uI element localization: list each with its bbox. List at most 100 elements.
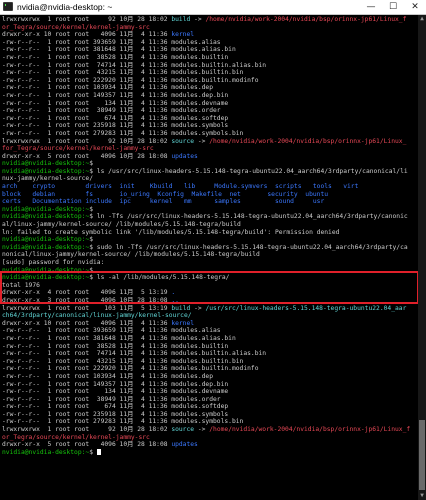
terminal-text-segment: kernel (171, 31, 195, 39)
terminal-text-segment: for_Tegra/source/kernel/kernel-jammy-src (2, 145, 154, 153)
terminal-line: -rw-r--r-- 1 root root 103934 11月 4 11:3… (2, 373, 416, 381)
window-title: nvidia@nvidia-desktop: ~ (17, 2, 113, 12)
terminal-line: -rw-r--r-- 1 root root 38528 11月 4 11:36… (2, 54, 416, 62)
terminal-line: -rw-r--r-- 1 root root 134 11月 4 11:36 m… (2, 388, 416, 396)
terminal-text-segment: /usr/src/linux-headers-5.15.148-tegra-ub… (205, 304, 407, 312)
terminal-text-segment: $ (89, 205, 93, 213)
terminal-line: [sudo] password for nvidia: (2, 259, 416, 267)
terminal-line: nvidia@nvidia-desktop:~$ (2, 448, 416, 457)
terminal-text-segment: -rw-r--r-- 1 root root 235918 11月 4 11:3… (2, 410, 229, 418)
terminal-text-segment: kernel (171, 319, 195, 327)
terminal-line: nvidia@nvidia-desktop:~$ (2, 206, 416, 214)
terminal-text-segment: nonical/linux-jammy/kernel-source/ /lib/… (2, 251, 260, 259)
title-bar[interactable]: nvidia@nvidia-desktop: ~ — ☐ ✕ (0, 0, 426, 15)
maximize-button[interactable]: ☐ (382, 0, 404, 14)
terminal-line: -rw-r--r-- 1 root root 149357 11月 4 11:3… (2, 381, 416, 389)
terminal-text-segment: -rw-r--r-- 1 root root 38949 11月 4 11:36… (2, 107, 221, 115)
terminal-text-segment: lrwxrwxrwx 1 root root 92 10月 28 18:02 (2, 137, 172, 145)
terminal-line: -rw-r--r-- 1 root root 38949 11月 4 11:36… (2, 107, 416, 115)
shell-prompt: nvidia@nvidia-desktop:~ (2, 448, 90, 456)
shell-prompt: nvidia@nvidia-desktop:~ (2, 167, 90, 175)
terminal-text-segment: -rw-r--r-- 1 root root 381648 11月 4 11:3… (2, 46, 236, 54)
terminal-text-segment: $ (89, 236, 93, 244)
terminal-line: -rw-r--r-- 1 root root 134 11月 4 11:36 m… (2, 100, 416, 108)
terminal-line: -rw-r--r-- 1 root root 235918 11月 4 11:3… (2, 122, 416, 130)
terminal-line: -rw-r--r-- 1 root root 381648 11月 4 11:3… (2, 335, 416, 343)
terminal-line: -rw-r--r-- 1 root root 149357 11月 4 11:3… (2, 92, 416, 100)
terminal-line: drwxr-xr-x 10 root root 4096 11月 4 11:36… (2, 31, 416, 39)
terminal-text-segment: $ ls /usr/src/linux-headers-5.15.148-teg… (89, 167, 408, 175)
terminal-text-segment: /home/nvidia/work-2004/nvidia/bsp/orinnx… (205, 16, 407, 23)
terminal-text-segment: -rw-r--r-- 1 root root 103934 11月 4 11:3… (2, 372, 214, 380)
terminal-text-segment: -rw-r--r-- 1 root root 222920 11月 4 11:3… (2, 365, 259, 373)
terminal-text-segment: -rw-r--r-- 1 root root 279283 11月 4 11:3… (2, 418, 244, 426)
terminal-line: -rw-r--r-- 1 root root 43215 11月 4 11:36… (2, 69, 416, 77)
terminal-text-segment: -> (194, 426, 210, 434)
terminal-line: drwxr-xr-x 5 root root 4096 10月 28 18:08… (2, 441, 416, 449)
minimize-button[interactable]: — (360, 0, 382, 14)
terminal-text-segment: /home/nvidia/work-2004/nvidia/bsp/orinnx… (209, 137, 407, 145)
terminal-text-segment: /home/nvidia/work-2004/nvidia/bsp/orinnx… (209, 426, 411, 434)
terminal-text-segment: lrwxrwxrwx 1 root root 92 10月 28 18:02 (2, 426, 172, 434)
terminal-text-segment: drwxr-xr-x 5 root root 4096 10月 28 18:08 (2, 441, 172, 449)
terminal-text-segment: -> (190, 304, 206, 312)
terminal-line: nvidia@nvidia-desktop:~$ (2, 160, 416, 168)
terminal-line: al/linux-jammy/kernel-source/ /lib/modul… (2, 221, 416, 229)
terminal-text-segment: -rw-r--r-- 1 root root 674 11月 4 11:36 m… (2, 114, 229, 122)
close-button[interactable]: ✕ (404, 0, 426, 14)
terminal-line: arch crypto drivers init Kbuild lib Modu… (2, 183, 416, 191)
terminal-text-segment: -rw-r--r-- 1 root root 38528 11月 4 11:36… (2, 342, 229, 350)
terminal-text-segment: -rw-r--r-- 1 root root 134 11月 4 11:36 m… (2, 99, 229, 107)
scroll-down-arrow-icon[interactable]: ▼ (418, 492, 426, 500)
terminal-text-segment: -rw-r--r-- 1 root root 43215 11月 4 11:36… (2, 69, 244, 77)
terminal-text-segment: or_Tegra/source/kernel/kernel-jammy-src (2, 433, 150, 441)
highlight-annotation-box (0, 271, 419, 304)
terminal-text-segment: updates (171, 441, 198, 449)
terminal-text-segment: arch crypto drivers init Kbuild lib Modu… (2, 183, 359, 191)
terminal-line: nux-jammy/kernel-source/ (2, 175, 416, 183)
terminal-line: -rw-r--r-- 1 root root 393659 11月 4 11:3… (2, 327, 416, 335)
terminal-line: ln: failed to create symbolic link '/lib… (2, 229, 416, 237)
terminal-text-segment: block debian fs io_uring Kconfig Makefil… (2, 190, 329, 198)
scroll-up-arrow-icon[interactable]: ▲ (418, 15, 426, 23)
terminal-line: -rw-r--r-- 1 root root 74714 11月 4 11:36… (2, 350, 416, 358)
terminal-text-segment: $ ln -Tfs /usr/src/linux-headers-5.15.14… (89, 213, 408, 221)
terminal-text-segment: updates (171, 152, 198, 160)
terminal-line: nonical/linux-jammy/kernel-source/ /lib/… (2, 251, 416, 259)
terminal-line: lrwxrwxrwx 1 root root 92 10月 28 18:02 b… (2, 16, 416, 24)
terminal-text-segment: or_Tegra/source/kernel/kernel-jammy-src (2, 23, 150, 31)
terminal-text-segment: -rw-r--r-- 1 root root 134 11月 4 11:36 m… (2, 388, 229, 396)
terminal-text-segment: source (171, 426, 195, 434)
shell-prompt: nvidia@nvidia-desktop:~ (2, 160, 90, 168)
terminal-text-segment: $ (89, 448, 97, 456)
vertical-scrollbar[interactable]: ▲ ▼ (418, 15, 426, 500)
terminal-output[interactable]: lrwxrwxrwx 1 root root 92 10月 28 18:02 b… (2, 16, 416, 500)
terminal-text-segment: -rw-r--r-- 1 root root 74714 11月 4 11:36… (2, 61, 267, 69)
terminal-line: -rw-r--r-- 1 root root 674 11月 4 11:36 m… (2, 403, 416, 411)
terminal-text-segment: [sudo] password for nvidia: (2, 259, 105, 266)
terminal-line: for_Tegra/source/kernel/kernel-jammy-src (2, 145, 416, 153)
terminal-line: -rw-r--r-- 1 root root 279283 11月 4 11:3… (2, 130, 416, 138)
terminal-text-segment: -> (190, 16, 206, 23)
shell-prompt: nvidia@nvidia-desktop:~ (2, 205, 90, 213)
terminal-line: block debian fs io_uring Kconfig Makefil… (2, 191, 416, 199)
terminal-text-segment: source (171, 137, 195, 145)
terminal-text-segment: certs Documentation include ipc kernel m… (2, 198, 325, 206)
terminal-line: lrwxrwxrwx 1 root root 103 11月 5 13:19 b… (2, 305, 416, 313)
terminal-line: -rw-r--r-- 1 root root 103934 11月 4 11:3… (2, 84, 416, 92)
terminal-line: lrwxrwxrwx 1 root root 92 10月 28 18:02 s… (2, 138, 416, 146)
terminal-icon (3, 2, 13, 11)
terminal-text-segment: -rw-r--r-- 1 root root 222920 11月 4 11:3… (2, 76, 259, 84)
terminal-line: nvidia@nvidia-desktop:~$ ls /usr/src/lin… (2, 168, 416, 176)
scrollbar-thumb[interactable] (419, 420, 425, 490)
terminal-text-segment: -rw-r--r-- 1 root root 149357 11月 4 11:3… (2, 91, 229, 99)
terminal-line: nvidia@nvidia-desktop:~$ sudo ln -Tfs /u… (2, 244, 416, 252)
terminal-text-segment: lrwxrwxrwx 1 root root 92 10月 28 18:02 (2, 16, 172, 23)
terminal-text-segment: $ sudo ln -Tfs /usr/src/linux-headers-5.… (89, 243, 408, 251)
terminal-line: drwxr-xr-x 5 root root 4096 10月 28 18:08… (2, 153, 416, 161)
terminal-line: certs Documentation include ipc kernel m… (2, 198, 416, 206)
shell-prompt: nvidia@nvidia-desktop:~ (2, 243, 90, 251)
terminal-line: -rw-r--r-- 1 root root 38528 11月 4 11:36… (2, 343, 416, 351)
terminal-line: nvidia@nvidia-desktop:~$ (2, 236, 416, 244)
terminal-line: lrwxrwxrwx 1 root root 92 10月 28 18:02 s… (2, 426, 416, 434)
